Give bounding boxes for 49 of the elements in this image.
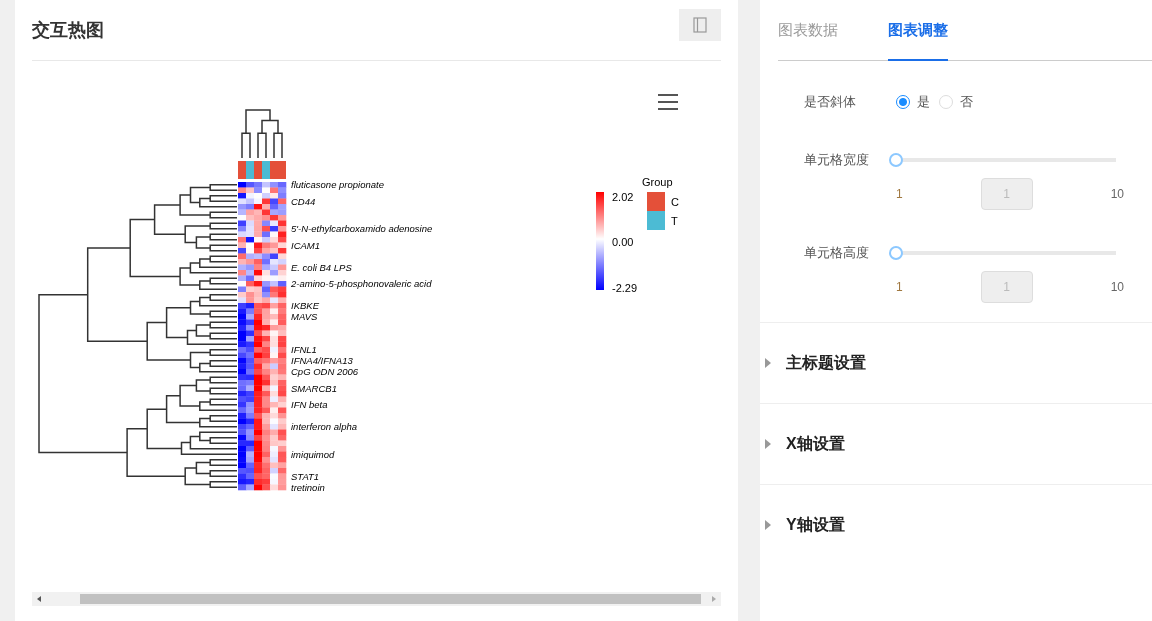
row-label: IKBKE	[291, 300, 319, 312]
radio-option[interactable]: 是	[896, 93, 930, 111]
range-max: 10	[1110, 187, 1124, 201]
row-label: MAVS	[291, 311, 318, 323]
row-label: CD44	[291, 195, 316, 207]
row-label: tretinoin	[291, 481, 325, 493]
row-label: E. coli B4 LPS	[291, 261, 352, 273]
radio-option[interactable]: 否	[939, 93, 973, 111]
row-label: IFN beta	[291, 399, 328, 411]
row-label: 5'-N-ethylcarboxamido adenosine	[291, 223, 433, 235]
caret-icon[interactable]	[764, 438, 772, 450]
card-title: 交互热图	[32, 19, 104, 42]
row-label: STAT1	[291, 470, 320, 482]
option-label: 否	[960, 93, 973, 111]
view-toggle-button[interactable]	[679, 9, 721, 41]
group-annotation-bar	[238, 161, 286, 179]
range-min: 1	[896, 280, 903, 294]
range-max: 10	[1110, 280, 1124, 294]
horizontal-scrollbar[interactable]	[32, 592, 721, 606]
row-label: interferon alpha	[291, 421, 358, 433]
row-label: imiquimod	[291, 448, 335, 460]
legend-label: C	[671, 196, 679, 208]
setting-label: 单元格高度	[804, 244, 870, 262]
row-label: IFNL1	[291, 344, 317, 356]
caret-icon[interactable]	[764, 519, 772, 531]
row-label: CpG ODN 2006	[291, 366, 359, 378]
row-label: 2-amino-5-phosphonovaleric acid	[291, 278, 432, 290]
setting-label: 是否斜体	[804, 93, 857, 111]
scale-label: 2.02	[612, 191, 634, 203]
section-title[interactable]: Y轴设置	[786, 514, 845, 536]
caret-icon[interactable]	[764, 357, 772, 369]
tab[interactable]: 图表调整	[888, 0, 948, 61]
row-label: IFNA4/IFNA13	[291, 355, 353, 367]
radio-icon[interactable]	[896, 95, 910, 109]
row-label: ICAM1	[291, 239, 321, 251]
setting-label: 单元格宽度	[804, 151, 870, 169]
section-title[interactable]: X轴设置	[786, 433, 845, 455]
legend-label: T	[671, 215, 678, 227]
range-min: 1	[896, 187, 903, 201]
scale-label: -2.29	[612, 282, 638, 294]
dendrogram-drawing	[241, 109, 283, 159]
legend-title: Group	[642, 176, 673, 188]
scale-label: 0.00	[612, 236, 634, 248]
option-label: 是	[917, 93, 930, 111]
section-title[interactable]: 主标题设置	[786, 352, 866, 374]
book-icon	[693, 17, 707, 33]
row-label: SMARCB1	[291, 382, 337, 394]
row-label: fluticasone propionate	[291, 179, 384, 191]
menu-icon[interactable]	[658, 94, 678, 110]
